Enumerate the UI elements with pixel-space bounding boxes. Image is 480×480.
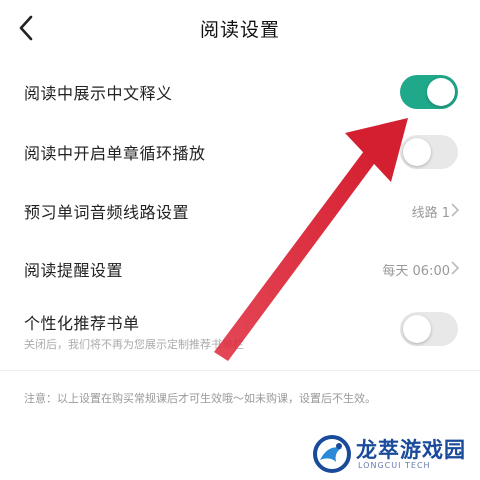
setting-label: 预习单词音频线路设置 bbox=[24, 203, 190, 222]
setting-row-audio-line[interactable]: 预习单词音频线路设置 线路 1 bbox=[0, 194, 480, 226]
page-title: 阅读设置 bbox=[199, 19, 280, 41]
toggle-knob bbox=[403, 138, 431, 166]
setting-label: 阅读提醒设置 bbox=[24, 261, 124, 280]
setting-row-reminder[interactable]: 阅读提醒设置 每天 06:00 bbox=[0, 252, 480, 284]
recommend-toggle[interactable] bbox=[400, 312, 458, 346]
watermark-sub: LONGCUI TECH bbox=[358, 461, 431, 470]
divider bbox=[0, 370, 480, 371]
audio-line-value: 线路 1 bbox=[411, 206, 450, 221]
chevron-right-icon bbox=[451, 261, 460, 275]
header: 阅读设置 bbox=[0, 0, 480, 56]
setting-row-chinese-meaning: 阅读中展示中文释义 bbox=[0, 72, 480, 112]
setting-subtitle: 关闭后，我们将不再为您展示定制推荐书单栏 bbox=[24, 338, 244, 351]
chapter-loop-toggle[interactable] bbox=[400, 135, 458, 169]
watermark-name: 龙萃游戏园 bbox=[356, 438, 466, 462]
dragon-logo-icon bbox=[313, 435, 351, 473]
setting-label: 阅读中开启单章循环播放 bbox=[24, 144, 206, 163]
setting-row-chapter-loop: 阅读中开启单章循环播放 bbox=[0, 132, 480, 172]
toggle-knob bbox=[403, 315, 431, 343]
note-text: 注意：以上设置在购买常规课后才可生效哦～如未购课，设置后不生效。 bbox=[24, 392, 376, 405]
watermark-logo: 龙萃游戏园 LONGCUI TECH bbox=[312, 432, 472, 476]
chinese-meaning-toggle[interactable] bbox=[400, 75, 458, 109]
setting-row-recommend: 个性化推荐书单 关闭后，我们将不再为您展示定制推荐书单栏 bbox=[0, 306, 480, 356]
setting-label: 个性化推荐书单 bbox=[24, 314, 140, 333]
toggle-knob bbox=[427, 78, 455, 106]
setting-label: 阅读中展示中文释义 bbox=[24, 84, 173, 103]
chevron-right-icon bbox=[451, 203, 460, 217]
reminder-value: 每天 06:00 bbox=[382, 264, 450, 279]
